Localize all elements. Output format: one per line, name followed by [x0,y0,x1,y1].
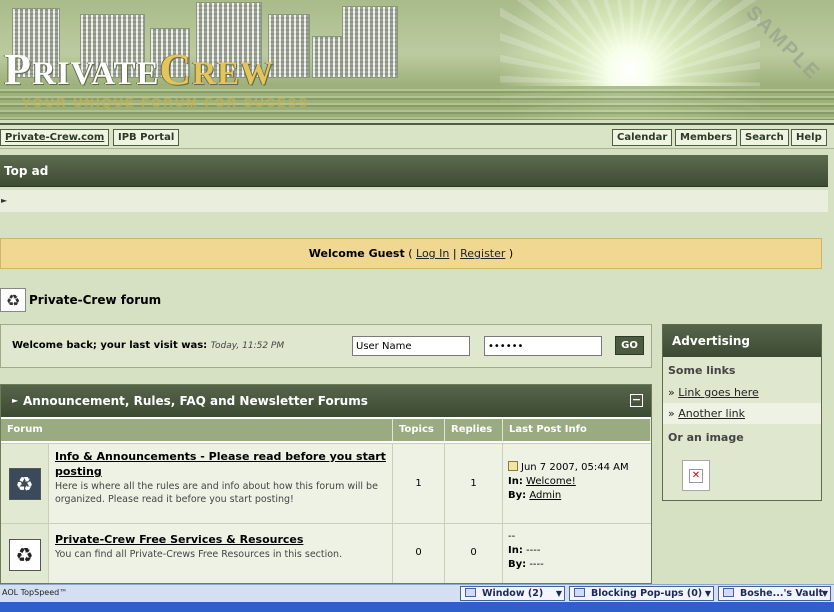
help-button[interactable]: Help [791,129,827,146]
last-post-topic-link[interactable]: Welcome! [526,476,576,487]
forum-status-cell: ♻ [1,524,49,583]
building-graphic [268,14,310,78]
by-label: By: [508,559,527,570]
window-button[interactable]: Window (2) ▼ [460,586,565,601]
guest-welcome-bar: Welcome Guest ( Log In | Register ) [0,238,822,269]
last-post-date: Jun 7 2007, 05:44 AM [521,462,629,473]
last-post-topic: ---- [526,545,541,556]
ad-link-item: » Another link [663,403,821,424]
chevron-down-icon: ▼ [704,589,711,598]
forum-description: You can find all Private-Crews Free Reso… [55,549,343,560]
calendar-button[interactable]: Calendar [612,129,673,146]
last-post-cell: -- In: ---- By: ---- [503,524,651,583]
popup-blocker-label: Blocking Pop-ups (0) [591,588,703,599]
ad-link-item: » Link goes here [668,386,759,399]
in-label: In: [508,545,523,556]
chevron-down-icon: ▼ [821,589,828,598]
in-label: In: [508,476,523,487]
last-post-icon[interactable] [508,461,518,471]
forum-description: Here is where all the rules are and info… [55,481,378,505]
forum-row: ♻ Private-Crew Free Services & Resources… [1,523,651,583]
popup-blocker-icon [574,588,585,597]
column-header-replies: Replies [445,419,503,441]
ad-link[interactable]: Another link [678,407,745,420]
members-button[interactable]: Members [675,129,737,146]
collapse-icon[interactable]: − [630,394,643,407]
advertising-box: Advertising Some links » Link goes here … [662,324,822,501]
advertising-title: Advertising [663,325,821,357]
category-title[interactable]: Announcement, Rules, FAQ and Newsletter … [23,394,368,408]
quick-login-strip: Welcome back; your last visit was: Today… [0,324,652,368]
column-header-topics: Topics [393,419,445,441]
ipb-portal-button[interactable]: IPB Portal [113,129,180,146]
vault-icon [723,588,734,597]
ad-link[interactable]: Link goes here [678,386,759,399]
paren-close: ) [508,247,514,260]
links-heading: Some links [668,364,736,377]
column-header-forum: Forum [1,419,393,441]
recycle-icon: ♻ [0,288,26,312]
image-heading: Or an image [668,431,744,444]
arrow-right-icon: ► [12,396,19,405]
replies-count: 0 [445,524,503,583]
site-tagline: YOUR UNIQUE FORUM FOR SUCESS [22,95,310,110]
category-header: ► Announcement, Rules, FAQ and Newslette… [1,385,651,417]
vault-button[interactable]: Boshe...'s Vault ▼ [718,586,831,601]
window-icon [465,588,476,597]
forum-title-row: ♻ Private-Crew forum [0,287,161,313]
password-input[interactable] [484,336,602,356]
link-separator: | [452,247,457,260]
forum-row: ♻ Info & Announcements - Please read bef… [1,443,651,523]
taskbar-strip [0,602,834,612]
forum-info-cell: Info & Announcements - Please read befor… [49,444,393,523]
vault-button-label: Boshe...'s Vault [740,588,824,599]
forum-title[interactable]: Private-Crew forum [29,293,161,307]
broken-image-icon: ✕ [689,469,703,483]
chevron-down-icon: ▼ [555,589,562,598]
last-post-date: -- [508,531,516,542]
browser-taskbar: AOL TopSpeed™ Window (2) ▼ Blocking Pop-u… [0,584,834,612]
nav-bar: Private-Crew.com IPB Portal Calendar Mem… [0,123,834,149]
login-link[interactable]: Log In [416,247,449,260]
last-visit-message: Welcome back; your last visit was: Today… [12,340,284,351]
site-banner: PRIVATECREW YOUR UNIQUE FORUM FOR SUCESS… [0,0,834,120]
welcome-guest-text: Welcome Guest [308,247,405,260]
last-visit-label: Welcome back; your last visit was: [12,340,208,351]
last-visit-time: Today, 11:52 PM [210,341,285,351]
forum-info-cell: Private-Crew Free Services & Resources Y… [49,524,393,583]
paren-open: ( [408,247,413,260]
site-logo: PRIVATECREW [4,45,275,94]
topics-count: 0 [393,524,445,583]
replies-count: 1 [445,444,503,523]
arrow-right-icon: ► [1,196,8,205]
window-button-label: Window (2) [482,588,544,599]
last-post-cell: Jun 7 2007, 05:44 AM In: Welcome! By: Ad… [503,444,651,523]
no-new-posts-icon: ♻ [8,538,41,571]
top-ad-header: Top ad [0,155,828,187]
last-post-author: ---- [529,559,544,570]
aol-topspeed-label: AOL TopSpeed™ [2,588,68,597]
forum-status-cell: ♻ [1,444,49,523]
forum-name-link[interactable]: Private-Crew Free Services & Resources [55,532,386,547]
search-button[interactable]: Search [740,129,789,146]
site-home-link[interactable]: Private-Crew.com [0,129,110,146]
topics-count: 1 [393,444,445,523]
top-ad-row: ► [0,190,828,212]
register-link[interactable]: Register [460,247,505,260]
go-button[interactable]: GO [615,336,644,355]
building-graphic [342,6,398,78]
username-input[interactable] [352,336,470,356]
by-label: By: [508,490,527,501]
building-graphic [312,36,346,78]
ad-image[interactable]: ✕ [682,460,710,491]
forum-category: ► Announcement, Rules, FAQ and Newslette… [0,384,652,584]
new-posts-icon: ♻ [8,467,41,500]
popup-blocker-button[interactable]: Blocking Pop-ups (0) ▼ [569,586,714,601]
last-post-author-link[interactable]: Admin [529,490,561,501]
column-header-last-post: Last Post Info [503,419,651,441]
forum-name-link[interactable]: Info & Announcements - Please read befor… [55,449,386,479]
